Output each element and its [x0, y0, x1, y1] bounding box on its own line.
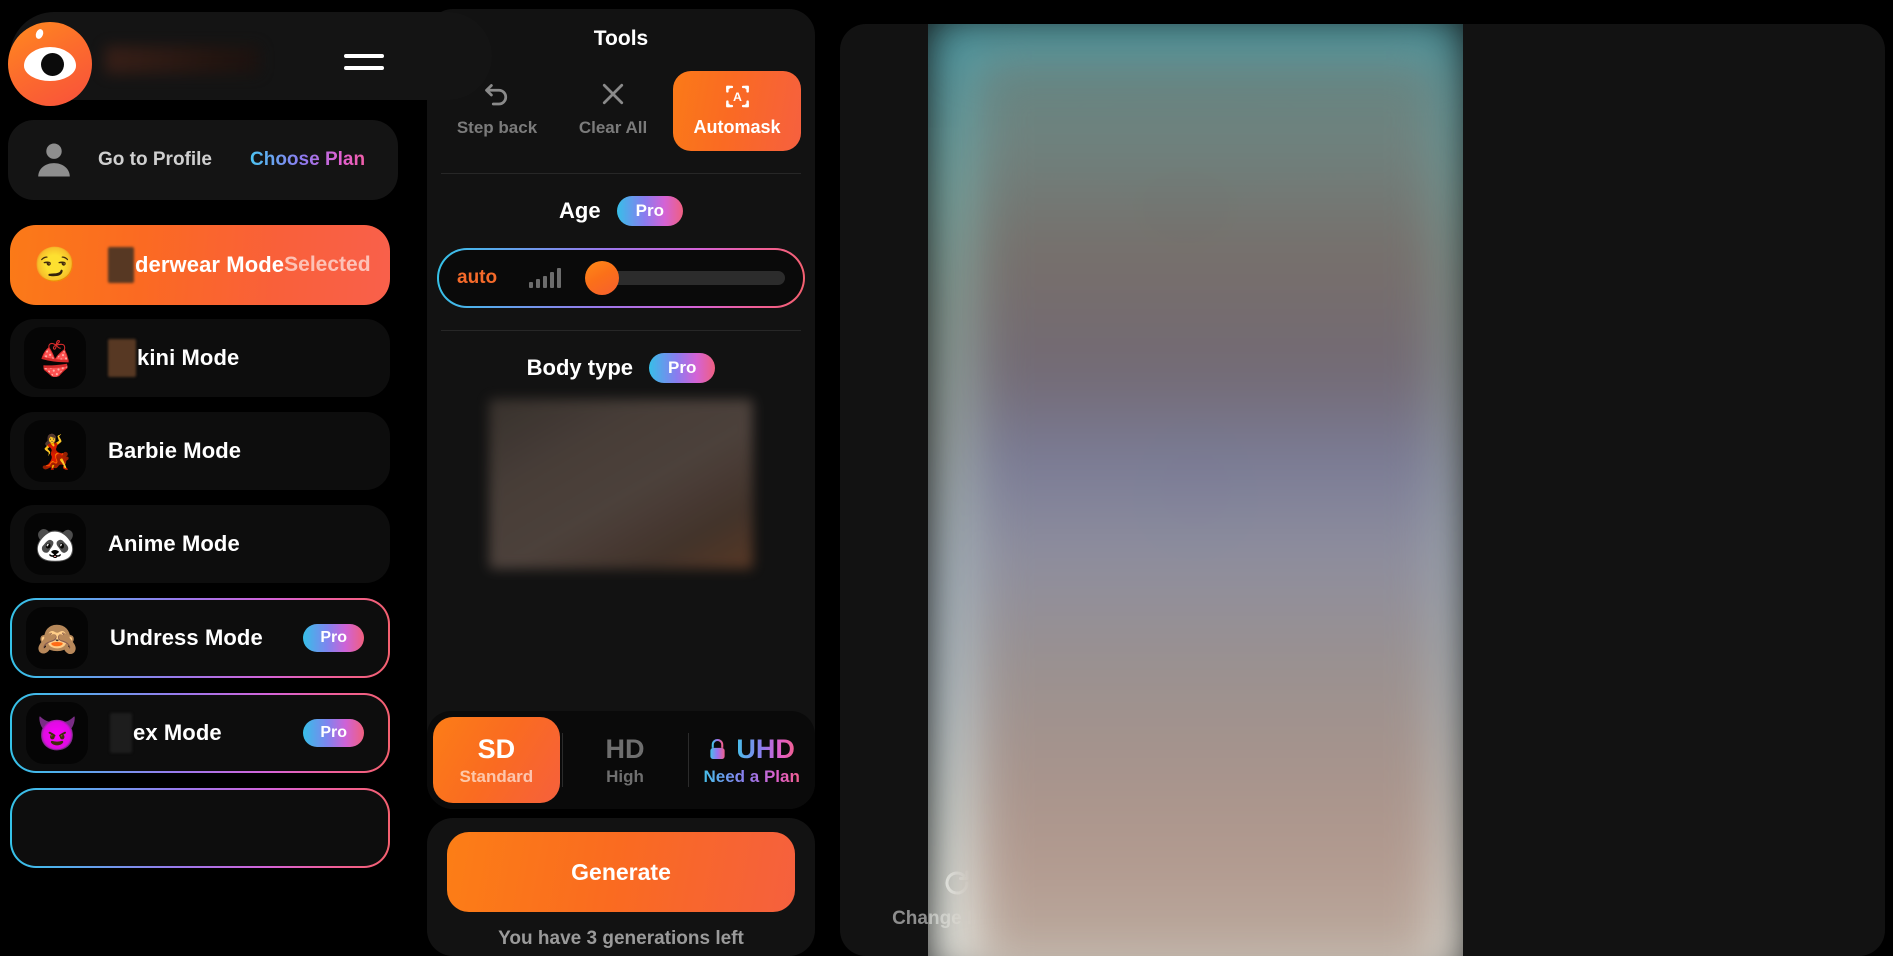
- mode-list[interactable]: 😏 derwear Mode Selected 👙 kini Mode 💃 Ba…: [0, 225, 400, 956]
- mode-label-wrap: ex Mode: [110, 713, 303, 753]
- bar: [529, 282, 534, 288]
- mode-item-bikini[interactable]: 👙 kini Mode: [10, 319, 390, 397]
- age-slider-track[interactable]: [585, 261, 785, 295]
- mode-item-label: Undress Mode: [110, 625, 263, 650]
- go-to-profile-link[interactable]: Go to Profile: [98, 149, 212, 171]
- mode-item-label: ex Mode: [133, 720, 222, 745]
- hamburger-bar: [344, 54, 384, 58]
- quality-sd-subtitle: Standard: [459, 766, 534, 786]
- devil-emoji-icon: 😈: [26, 702, 88, 764]
- quality-uhd-title: UHD: [736, 733, 795, 764]
- generations-left-label: You have 3 generations left: [498, 928, 744, 949]
- tools-button-row: Step back Clear All A Automask: [441, 71, 801, 151]
- eye-glint-shape: [34, 28, 45, 40]
- left-sidebar: Go to Profile Choose Plan 😏 derwear Mode…: [0, 0, 492, 956]
- undo-arrow-icon: [485, 84, 508, 106]
- hamburger-menu-icon[interactable]: [344, 54, 384, 72]
- hamburger-bar: [344, 66, 384, 70]
- mode-item-sex[interactable]: 😈 ex Mode Pro: [10, 693, 390, 773]
- app-header: [8, 12, 492, 106]
- body-type-section-header: Body type Pro: [427, 353, 815, 383]
- eye-white-shape: [24, 47, 76, 81]
- lock-icon: [710, 738, 726, 759]
- mode-item-label: derwear Mode: [135, 252, 285, 277]
- automask-selection-icon: A: [725, 85, 749, 108]
- bar: [557, 268, 562, 288]
- selected-state-label: Selected: [284, 253, 371, 276]
- image-preview-panel: Change Image: [840, 24, 1885, 956]
- mode-item-barbie[interactable]: 💃 Barbie Mode: [10, 412, 390, 490]
- bar: [543, 276, 548, 288]
- quality-option-uhd[interactable]: UHD Need a Plan: [688, 711, 815, 809]
- app-root: Go to Profile Choose Plan 😏 derwear Mode…: [0, 0, 1893, 956]
- bar: [536, 279, 541, 288]
- age-label: Age: [559, 198, 601, 223]
- uhd-title-row: UHD: [708, 734, 795, 765]
- person-avatar-icon: [26, 132, 82, 188]
- signal-bars-icon: [529, 268, 562, 288]
- body-type-preview-redacted[interactable]: [489, 399, 753, 569]
- age-auto-label[interactable]: auto: [457, 267, 497, 289]
- smirk-emoji-icon: 😏: [33, 246, 77, 284]
- bikini-emoji-icon: 👙: [24, 327, 86, 389]
- svg-text:A: A: [733, 90, 742, 104]
- preview-photo-frame[interactable]: [928, 24, 1463, 956]
- eye-logo-icon[interactable]: [8, 22, 92, 106]
- mode-label-wrap: kini Mode: [108, 339, 390, 377]
- quality-uhd-subtitle: Need a Plan: [703, 766, 800, 786]
- clear-all-label: Clear All: [578, 118, 648, 137]
- age-slider-thumb[interactable]: [585, 261, 620, 295]
- peeking-face-emoji-icon: 🙈: [26, 607, 88, 669]
- panda-emoji-icon: 🐼: [24, 513, 86, 575]
- automask-label: Automask: [693, 117, 781, 137]
- redaction-block: [108, 339, 136, 377]
- preview-photo-redaction-overlay: [972, 54, 1446, 956]
- tools-divider-2: [441, 330, 801, 331]
- mode-item-anime[interactable]: 🐼 Anime Mode: [10, 505, 390, 583]
- choose-plan-link[interactable]: Choose Plan: [250, 149, 365, 171]
- mode-label-wrap: Anime Mode: [108, 531, 390, 557]
- automask-button[interactable]: A Automask: [673, 71, 801, 151]
- tools-panel: Tools Step back Clear All A Automask Age…: [427, 9, 815, 809]
- profile-bar: Go to Profile Choose Plan: [8, 120, 398, 200]
- mode-label-wrap: Undress Mode: [110, 625, 303, 651]
- pro-badge: Pro: [303, 719, 364, 747]
- clear-all-button[interactable]: Clear All: [557, 71, 669, 138]
- dancer-emoji-icon: 💃: [24, 420, 86, 482]
- quality-sd-title: SD: [477, 733, 516, 764]
- age-pro-badge: Pro: [616, 196, 683, 226]
- mode-item-underwear[interactable]: 😏 derwear Mode Selected: [10, 225, 390, 305]
- quality-hd-title: HD: [605, 733, 645, 764]
- mode-item-label: Anime Mode: [108, 531, 240, 556]
- mode-item-label: kini Mode: [137, 345, 240, 370]
- generate-card: Generate You have 3 generations left: [427, 818, 815, 956]
- mode-item-next-partial[interactable]: [10, 788, 390, 868]
- age-slider-container[interactable]: auto: [437, 248, 805, 308]
- quality-option-sd[interactable]: SD Standard: [433, 717, 560, 803]
- mode-label-wrap: Barbie Mode: [108, 438, 390, 464]
- quality-selector[interactable]: SD Standard HD High UHD Need a Plan: [427, 711, 815, 809]
- brand-name-redacted: [105, 46, 260, 74]
- body-type-label: Body type: [526, 355, 633, 380]
- pro-badge: Pro: [303, 624, 364, 652]
- mode-label-wrap: derwear Mode: [108, 247, 284, 283]
- mode-item-label: Barbie Mode: [108, 438, 242, 463]
- redaction-block: [108, 247, 134, 283]
- bar: [550, 272, 555, 288]
- age-section-header: Age Pro: [427, 196, 815, 226]
- quality-hd-subtitle: High: [606, 766, 644, 786]
- generate-button[interactable]: Generate: [447, 832, 795, 912]
- redaction-block: [110, 713, 132, 753]
- eye-pupil-shape: [40, 52, 64, 76]
- mode-item-undress[interactable]: 🙈 Undress Mode Pro: [10, 598, 390, 678]
- age-slider-inner: auto: [439, 250, 803, 306]
- step-back-label: Step back: [456, 118, 538, 137]
- close-x-icon: [602, 83, 624, 105]
- body-type-pro-badge: Pro: [649, 353, 716, 383]
- tools-divider-1: [441, 173, 801, 174]
- quality-option-hd[interactable]: HD High: [561, 711, 689, 809]
